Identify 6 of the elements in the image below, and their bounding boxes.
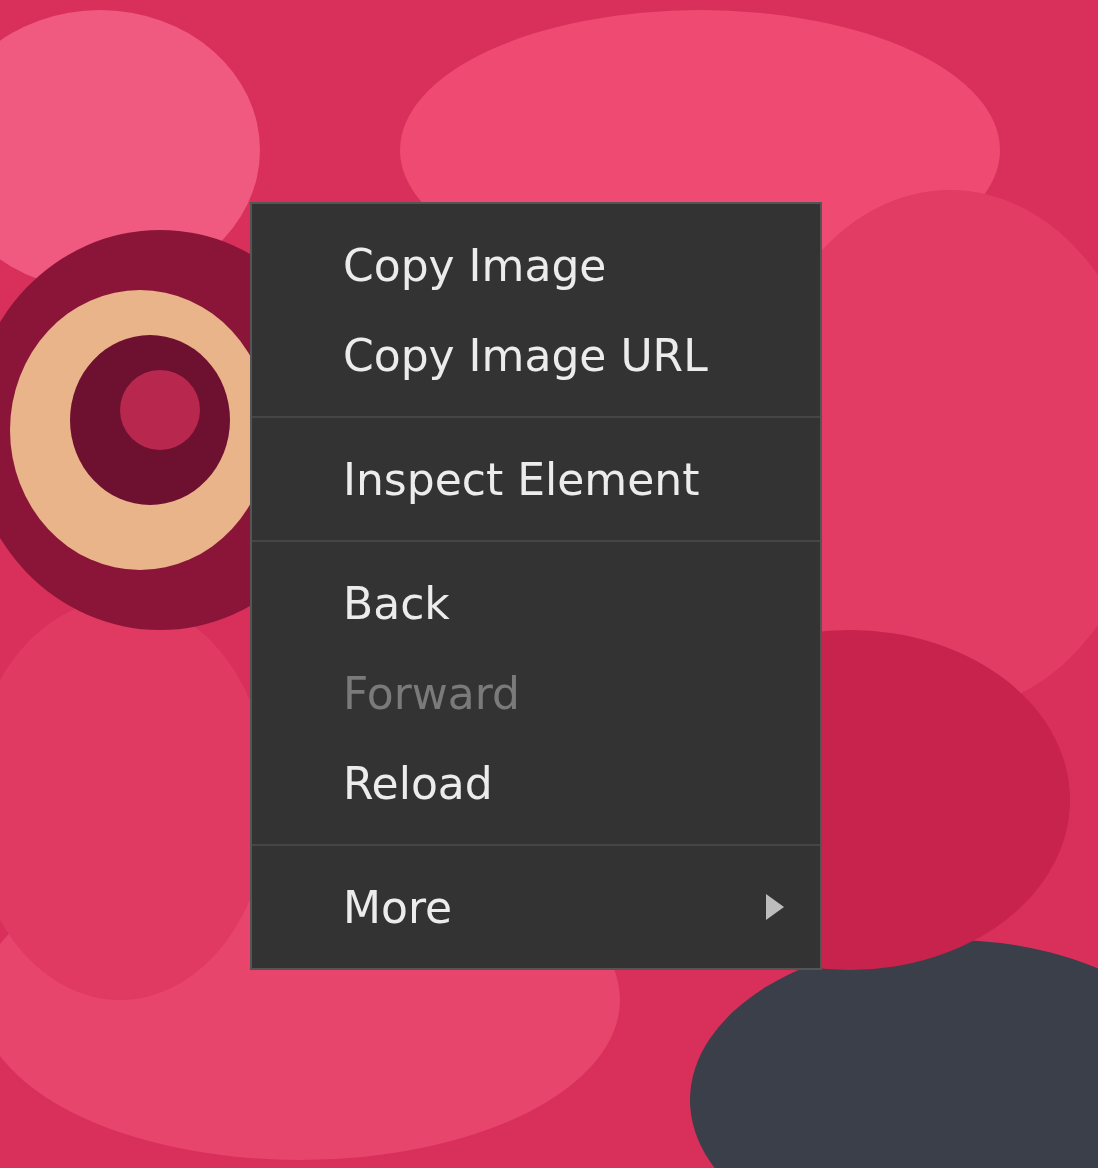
menu-item[interactable]: Inspect Element — [252, 434, 820, 524]
menu-item[interactable]: More — [252, 862, 820, 952]
menu-item[interactable]: Copy Image — [252, 220, 820, 310]
menu-item[interactable]: Copy Image URL — [252, 310, 820, 400]
menu-item[interactable]: Back — [252, 558, 820, 648]
menu-item[interactable]: Reload — [252, 738, 820, 828]
